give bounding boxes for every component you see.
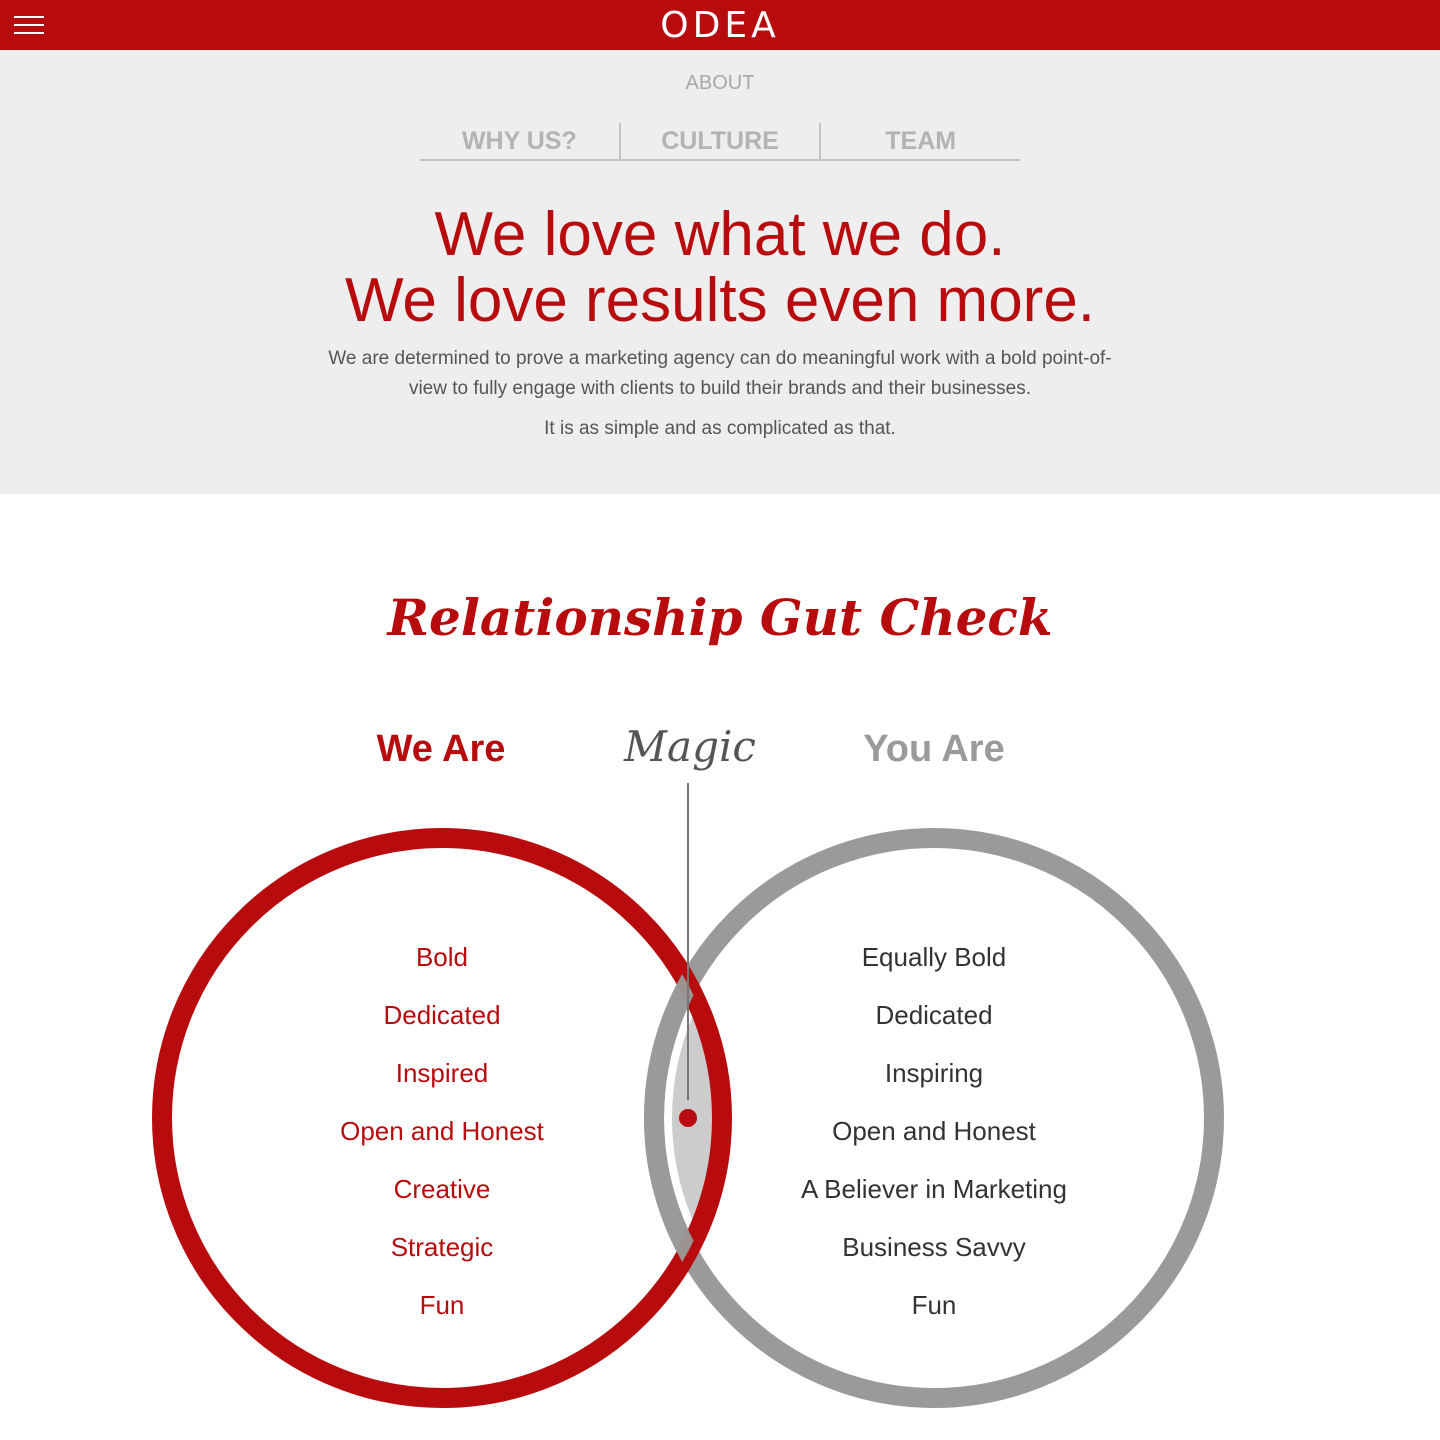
- you-are-trait-list: Equally Bold Dedicated Inspiring Open an…: [734, 928, 1134, 1334]
- list-item: Strategic: [390, 1232, 494, 1262]
- list-item: Inspiring: [884, 1058, 984, 1088]
- list-item: Bold: [415, 942, 469, 972]
- list-item: Fun: [419, 1290, 465, 1320]
- list-item: Dedicated: [383, 1000, 501, 1030]
- list-item: Open and Honest: [832, 1116, 1036, 1146]
- magic-label: Magic: [624, 722, 756, 771]
- list-item: Creative: [393, 1174, 491, 1204]
- you-are-heading: You Are: [863, 728, 1005, 770]
- list-item: Business Savvy: [842, 1232, 1026, 1262]
- venn-diagram: [152, 783, 1224, 1408]
- list-item: A Believer in Marketing: [801, 1174, 1067, 1204]
- list-item: Equally Bold: [861, 942, 1007, 972]
- we-are-heading: We Are: [376, 728, 506, 770]
- list-item: Inspired: [395, 1058, 489, 1088]
- list-item: Open and Honest: [340, 1116, 544, 1146]
- list-item: Dedicated: [875, 1000, 993, 1030]
- we-are-trait-list: Bold Dedicated Inspired Open and Honest …: [242, 928, 642, 1334]
- list-item: Fun: [911, 1290, 957, 1320]
- magic-dot: [679, 1109, 697, 1127]
